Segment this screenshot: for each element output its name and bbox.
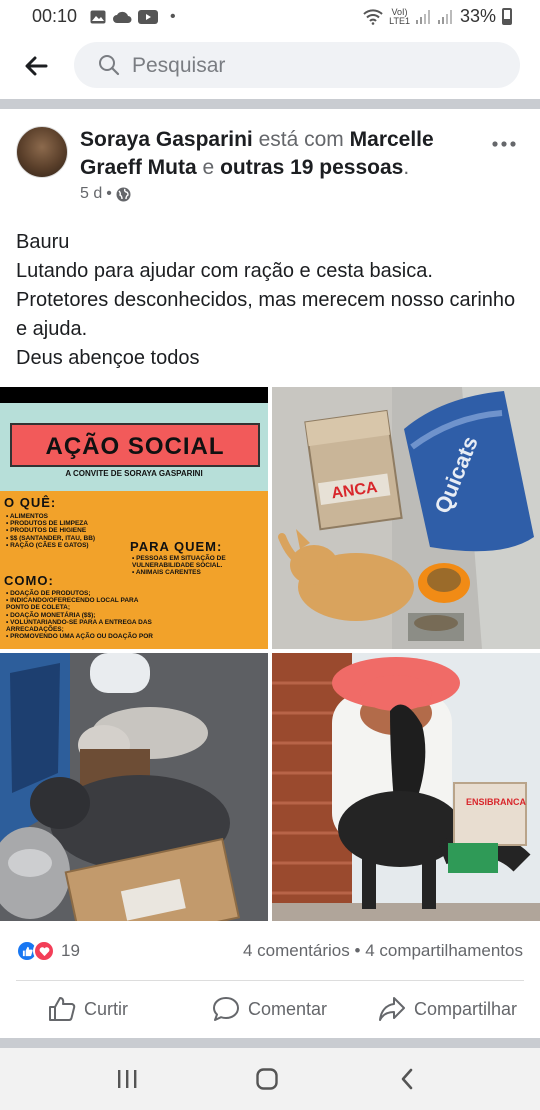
- heart-small-icon: [39, 946, 49, 956]
- flyer-what-list: • ALIMENTOS • PRODUTOS DE LIMPEZA • PROD…: [6, 513, 95, 549]
- battery-icon: [502, 8, 512, 25]
- status-right: VoI) LTE1 33%: [363, 6, 512, 27]
- notification-dot-icon: •: [170, 8, 176, 25]
- search-header: Pesquisar: [0, 32, 540, 98]
- post-line: Deus abençoe todos: [16, 347, 200, 369]
- post-body: Bauru Lutando para ajudar com ração e ce…: [16, 228, 526, 373]
- notification-icons: •: [90, 8, 176, 26]
- reaction-count: 19: [61, 941, 80, 960]
- back-button[interactable]: [20, 50, 52, 82]
- flyer-item: • PESSOAS EM SITUAÇÃO DE: [132, 555, 226, 562]
- flyer-item: • PROMOVENDO UMA AÇÃO OU DOAÇÃO POR: [6, 633, 153, 641]
- flyer-item: • PRODUTOS DE HIGIENE: [6, 527, 87, 535]
- signal-icon: [415, 9, 430, 24]
- flyer-subtitle: A CONVITE DE SORAYA GASPARINI: [65, 469, 203, 478]
- photo-man-with-dog[interactable]: ENSIBRANCA: [272, 653, 540, 921]
- recents-button[interactable]: [112, 1064, 142, 1094]
- actions-divider: [16, 980, 524, 981]
- flyer-for-whom-heading: PARA QUEM:: [130, 539, 223, 554]
- search-icon: [99, 55, 120, 76]
- arrow-left-icon: [25, 56, 48, 76]
- with-text: está com: [258, 128, 344, 151]
- title-period: .: [403, 156, 410, 179]
- cats-eating-image: [0, 653, 268, 921]
- android-nav-bar: [0, 1048, 540, 1110]
- flyer-item: • INDICANDO/OFERECENDO LOCAL PARA: [6, 597, 139, 605]
- status-bar: 00:10 • VoI) LTE1 33%: [0, 0, 540, 32]
- thumbs-up-small-icon: [22, 946, 33, 956]
- search-input[interactable]: Pesquisar: [74, 42, 520, 88]
- shares-count[interactable]: 4 compartilhamentos: [365, 941, 523, 960]
- volte-lte-indicator: VoI) LTE1: [389, 6, 410, 26]
- reactions-summary[interactable]: 19: [16, 940, 80, 962]
- flyer-item: • ALIMENTOS: [6, 513, 48, 520]
- cat-donations-image: ANCA Quicats: [272, 387, 540, 649]
- home-icon: [256, 1068, 278, 1090]
- search-placeholder: Pesquisar: [132, 54, 226, 77]
- flyer-item: • VOLUNTARIANDO-SE PARA A ENTREGA DAS: [6, 618, 152, 626]
- flyer-title: AÇÃO SOCIAL: [45, 433, 225, 460]
- flyer-what-heading: O QUÊ:: [4, 495, 57, 510]
- flyer-header: AÇÃO SOCIAL A CONVITE DE SORAYA GASPARIN…: [0, 403, 268, 491]
- flyer-body: O QUÊ: • ALIMENTOS • PRODUTOS DE LIMPEZA…: [0, 491, 268, 649]
- engagement-stats: 4 comentários • 4 compartilhamentos: [243, 941, 523, 961]
- post-time[interactable]: 5 d: [80, 185, 102, 203]
- love-reaction-icon: [33, 940, 55, 962]
- avatar[interactable]: [16, 126, 68, 178]
- section-divider: [0, 99, 540, 109]
- flyer-title-box: AÇÃO SOCIAL: [10, 423, 260, 467]
- flyer-item: PONTO DE COLETA;: [6, 604, 71, 612]
- like-label: Curtir: [84, 998, 128, 1019]
- flyer-how-heading: COMO:: [4, 573, 54, 588]
- photo-flyer[interactable]: AÇÃO SOCIAL A CONVITE DE SORAYA GASPARIN…: [0, 387, 268, 649]
- flyer-item: • $$ (SANTANDER, ITAU, BB): [6, 534, 96, 542]
- flyer-how-list: • DOAÇÃO DE PRODUTOS; • INDICANDO/OFEREC…: [6, 590, 153, 640]
- tagged-others[interactable]: outras 19 pessoas: [220, 156, 403, 179]
- meta-dot: •: [106, 185, 112, 202]
- section-divider: [0, 1038, 540, 1048]
- post-line: Bauru: [16, 231, 70, 253]
- author-name[interactable]: Soraya Gasparini: [80, 128, 253, 151]
- status-time: 00:10: [32, 6, 78, 26]
- gallery-icon: [90, 10, 106, 24]
- and-text: e: [202, 156, 215, 179]
- flyer-item: VULNERABILIDADE SOCIAL.: [132, 562, 223, 570]
- stats-separator: •: [354, 941, 361, 960]
- share-arrow-icon: [379, 997, 405, 1021]
- comments-count[interactable]: 4 comentários: [243, 941, 350, 960]
- wifi-icon: [363, 8, 383, 25]
- signal-2-icon: [437, 9, 452, 24]
- home-button[interactable]: [252, 1064, 282, 1094]
- share-button[interactable]: Compartilhar: [378, 996, 517, 1022]
- post-meta: 5 d •: [80, 185, 131, 203]
- recents-icon: [118, 1070, 137, 1088]
- flyer-item: • DOAÇÃO DE PRODUTOS;: [6, 590, 91, 597]
- more-horizontal-icon: [492, 141, 516, 147]
- flyer-item: • PRODUTOS DE LIMPEZA: [6, 520, 88, 528]
- comment-button[interactable]: Comentar: [212, 996, 327, 1022]
- battery-percent: 33%: [459, 6, 496, 26]
- comment-label: Comentar: [248, 998, 328, 1019]
- photo-cats-eating[interactable]: [0, 653, 268, 921]
- more-options-button[interactable]: [492, 128, 516, 154]
- like-button[interactable]: Curtir: [48, 996, 128, 1022]
- youtube-icon: [138, 10, 158, 24]
- nav-back-icon: [401, 1068, 413, 1090]
- system-back-button[interactable]: [392, 1064, 422, 1094]
- flyer-item: • ANIMAIS CARENTES: [132, 569, 201, 577]
- post-line: Protetores desconhecidos, mas merecem no…: [16, 289, 516, 340]
- comment-bubble-icon: [213, 997, 239, 1021]
- box-brand-2-text: ENSIBRANCA: [466, 797, 527, 807]
- share-label: Compartilhar: [414, 998, 518, 1019]
- flyer-for-whom-list: • PESSOAS EM SITUAÇÃO DE VULNERABILIDADE…: [132, 555, 226, 577]
- flyer-item: • DOAÇÃO MONETÁRIA ($$);: [6, 611, 96, 619]
- thumbs-up-icon: [49, 997, 76, 1021]
- cloud-icon: [113, 11, 132, 23]
- post-line: Lutando para ajudar com ração e cesta ba…: [16, 260, 433, 282]
- photo-cat-donations[interactable]: ANCA Quicats: [272, 387, 540, 649]
- globe-icon: [116, 187, 131, 201]
- man-with-dog-image: ENSIBRANCA: [272, 653, 540, 921]
- post-header-text: Soraya Gasparini está com Marcelle Graef…: [80, 126, 480, 182]
- flyer-item: • RAÇÃO (CÃES E GATOS): [6, 541, 89, 549]
